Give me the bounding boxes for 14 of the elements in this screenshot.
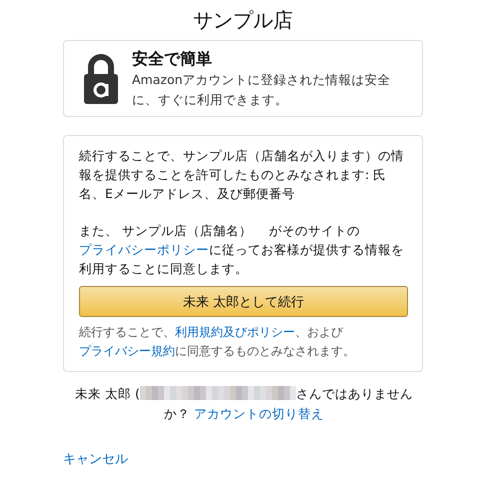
terms-link[interactable]: 利用規約及びポリシー <box>175 325 295 339</box>
consent-paragraph: また、 サンプル店（店舗名） がそのサイトの プライバシーポリシーに従ってお客様が提供する情報を利用することに同意します。 <box>79 222 405 278</box>
security-description: Amazonアカウントに登録された情報は安全に、すぐに利用できます。 <box>132 70 392 108</box>
terms-link[interactable]: プライバシー規約 <box>79 344 175 358</box>
cancel-link[interactable]: キャンセル <box>63 450 128 468</box>
account-notice: 未来 太郎 ( さんではありませんか？ アカウントの切り替え <box>74 385 414 423</box>
security-heading: 安全で簡単 <box>132 48 213 70</box>
terms-text: 続行することで、利用規約及びポリシー、および プライバシー規約に同意するものとみなされます。 <box>79 324 356 360</box>
continue-button[interactable]: 未来 太郎として続行 <box>79 286 408 317</box>
switch-account-link[interactable]: アカウントの切り替え <box>194 406 324 421</box>
store-title: サンプル店 <box>192 7 294 34</box>
privacy-policy-link[interactable]: プライバシーポリシー <box>79 242 209 257</box>
lock-icon <box>84 54 118 104</box>
consent-paragraph: 続行することで、サンプル店（店舗名が入ります）の情報を提供することを許可したものとみなされます: 氏名、Eメールアドレス、及び郵便番号 <box>79 147 405 203</box>
